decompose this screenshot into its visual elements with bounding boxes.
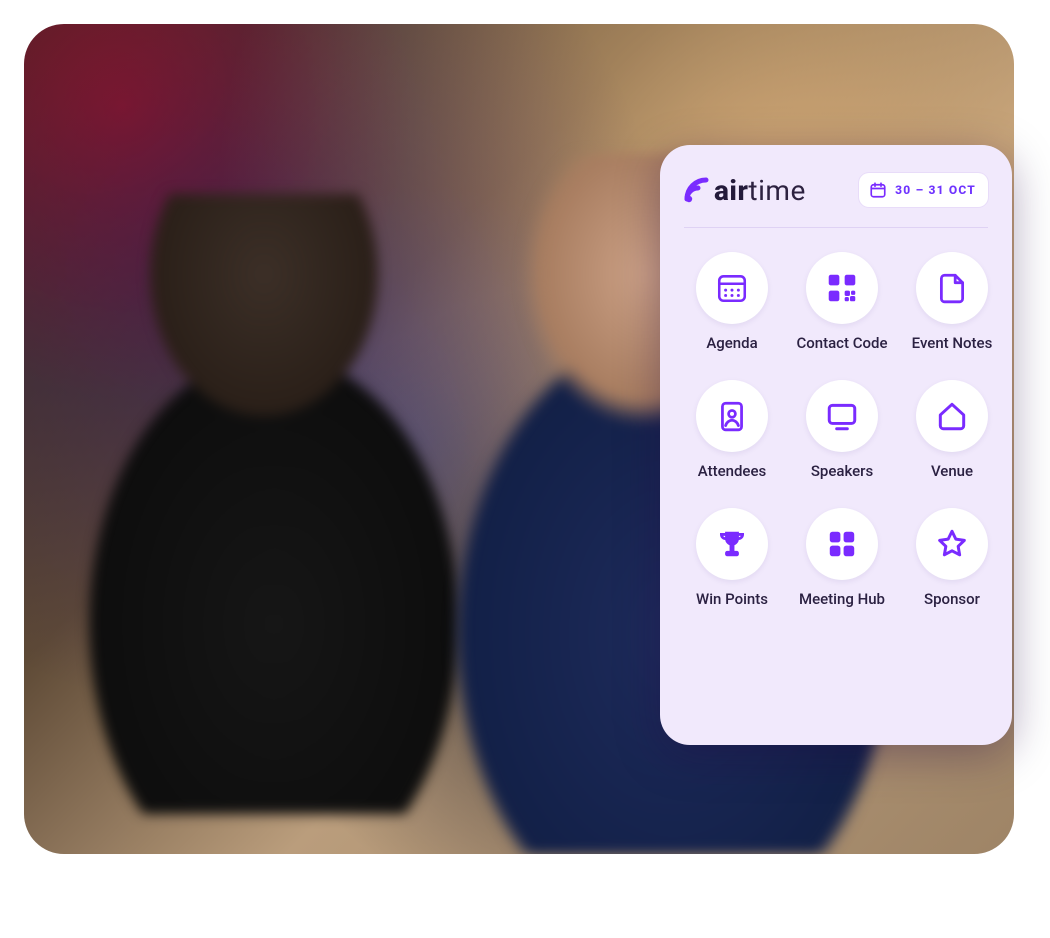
tile-event-notes[interactable]: Event Notes (904, 252, 1000, 354)
home-icon (935, 399, 969, 433)
tile-contact-code[interactable]: Contact Code (794, 252, 890, 354)
tile-label: Meeting Hub (799, 590, 885, 610)
tile-sponsor[interactable]: Sponsor (904, 508, 1000, 610)
tile-label: Event Notes (912, 334, 993, 354)
tile-venue[interactable]: Venue (904, 380, 1000, 482)
tile-label: Contact Code (796, 334, 887, 354)
tile-label: Win Points (696, 590, 768, 610)
tile-win-points[interactable]: Win Points (684, 508, 780, 610)
tile-agenda[interactable]: Agenda (684, 252, 780, 354)
trophy-icon (715, 527, 749, 561)
star-icon (935, 527, 969, 561)
calendar-grid-icon (715, 271, 749, 305)
tile-attendees[interactable]: Attendees (684, 380, 780, 482)
date-pill[interactable]: 30 – 31 OCT (859, 173, 988, 207)
brand-logo: airtime (684, 174, 806, 207)
tile-label: Speakers (811, 462, 873, 482)
tile-meeting-hub[interactable]: Meeting Hub (794, 508, 890, 610)
app-card: airtime 30 – 31 OCT Agenda Contact Code … (660, 145, 1012, 745)
date-label: 30 – 31 OCT (895, 183, 976, 197)
badge-person-icon (715, 399, 749, 433)
tile-label: Attendees (698, 462, 766, 482)
card-header: airtime 30 – 31 OCT (684, 173, 988, 228)
tile-label: Venue (931, 462, 973, 482)
apps-grid-icon (825, 527, 859, 561)
tile-label: Agenda (706, 334, 757, 354)
monitor-icon (825, 399, 859, 433)
document-icon (935, 271, 969, 305)
qr-icon (825, 271, 859, 305)
logo-wave-icon (684, 177, 710, 203)
brand-name: airtime (714, 174, 806, 207)
tile-label: Sponsor (924, 590, 980, 610)
tiles-grid: Agenda Contact Code Event Notes Attendee… (684, 252, 988, 610)
tile-speakers[interactable]: Speakers (794, 380, 890, 482)
calendar-icon (869, 181, 887, 199)
